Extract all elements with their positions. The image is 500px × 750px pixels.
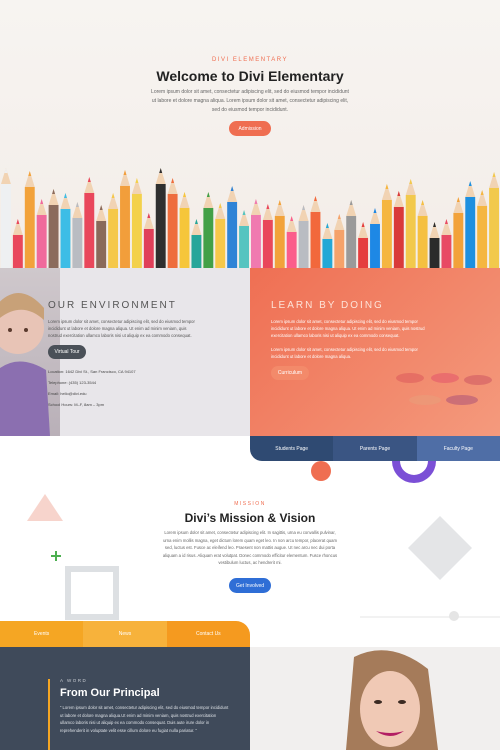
mission-section: MISSION Divi’s Mission & Vision Lorem ip… (0, 461, 500, 621)
pencil (108, 193, 119, 268)
pencil (286, 216, 297, 268)
tab-events[interactable]: Events (0, 621, 84, 647)
pencil (203, 192, 214, 268)
tab-contact-us[interactable]: Contact Us (166, 621, 250, 647)
pencil (120, 170, 130, 268)
pencil (489, 172, 499, 268)
learn-section: LEARN BY DOING Lorem ipsum dolor sit ame… (250, 268, 500, 436)
tab-faculty-page[interactable]: Faculty Page (416, 436, 500, 461)
mission-kicker: MISSION (234, 501, 266, 507)
pencil (429, 222, 440, 268)
pencil (477, 190, 488, 268)
pencil (239, 210, 249, 268)
bottom-tabs: Events News Contact Us (0, 621, 250, 647)
learn-text-2: Lorem ipsum dolor sit amet, consectetur … (271, 347, 418, 359)
pencil (24, 171, 35, 268)
quote-accent-bar (48, 679, 50, 750)
principal-quote: “ Lorem ipsum dolor sit amet, consectetu… (60, 705, 229, 733)
principal-section: A WORD From Our Principal “ Lorem ipsum … (0, 647, 250, 750)
telephone-text: Telephone: (435) 123-3544 (48, 380, 97, 385)
pencil (227, 186, 238, 268)
pencil (358, 222, 369, 268)
principal-kicker: A WORD (60, 678, 88, 683)
email-text: Email: hello@divi.edu (48, 391, 87, 396)
pencil (262, 204, 273, 268)
pencil (310, 196, 321, 268)
pencil (274, 200, 285, 268)
curriculum-button[interactable]: Curriculum (271, 366, 309, 380)
hero-kicker: DIVI ELEMENTARY (212, 57, 288, 63)
pencil (179, 192, 190, 268)
pencil (298, 205, 309, 268)
principal-title: From Our Principal (60, 687, 160, 699)
location-text: Location: 1642 Divi St., San Francisco, … (48, 369, 136, 374)
pencils-illustration (1, 168, 499, 268)
pencil (48, 189, 59, 268)
hours-text: School Hours: M–F, 8am – 3pm (48, 402, 105, 407)
pencil (72, 202, 83, 268)
learn-text-1: Lorem ipsum dolor sit amet, consectetur … (271, 319, 425, 338)
pencil (60, 193, 71, 268)
pencil (322, 223, 333, 268)
environment-section: OUR ENVIRONMENT Lorem ipsum dolor sit am… (0, 268, 250, 436)
pages-tabs: Students Page Parents Page Faculty Page (250, 436, 500, 461)
mission-text: Lorem ipsum dolor sit amet, consectetur … (162, 530, 338, 565)
pencil (251, 199, 261, 268)
pencil (405, 179, 416, 268)
tab-parents-page[interactable]: Parents Page (333, 436, 417, 461)
pencil (215, 203, 226, 268)
pencil (36, 199, 47, 268)
pencil (417, 200, 428, 268)
pencil (370, 208, 380, 268)
hero-lead-text: Lorem ipsum dolor sit amet, consectetur … (151, 89, 349, 113)
pencil (334, 214, 345, 268)
pencil (465, 181, 476, 268)
mission-title: Divi’s Mission & Vision (184, 511, 316, 525)
pencil (155, 168, 166, 268)
pencil (96, 205, 107, 268)
admission-button[interactable]: Admission (229, 121, 271, 136)
environment-text: Lorem ipsum dolor sit amet, consectetur … (48, 319, 195, 338)
pencil (143, 213, 154, 268)
pencil (12, 219, 23, 268)
pencil (191, 219, 202, 268)
hero-section: DIVI ELEMENTARY Welcome to Divi Elementa… (0, 0, 500, 268)
environment-title: OUR ENVIRONMENT (48, 300, 177, 311)
pencil (167, 178, 178, 268)
pencil (346, 200, 357, 268)
pencil (441, 219, 452, 268)
pencil (131, 178, 142, 268)
tab-students-page[interactable]: Students Page (250, 436, 334, 461)
virtual-tour-button[interactable]: Virtual Tour (48, 345, 86, 359)
pencil (1, 168, 11, 268)
pencil (381, 184, 392, 268)
learn-title: LEARN BY DOING (271, 300, 384, 311)
pencil (393, 191, 404, 268)
page-title: Welcome to Divi Elementary (156, 68, 344, 84)
pencil (84, 177, 95, 268)
get-involved-button[interactable]: Get Involved (229, 578, 271, 593)
principal-photo (250, 647, 500, 750)
pencil (453, 197, 464, 268)
tab-news[interactable]: News (83, 621, 167, 647)
